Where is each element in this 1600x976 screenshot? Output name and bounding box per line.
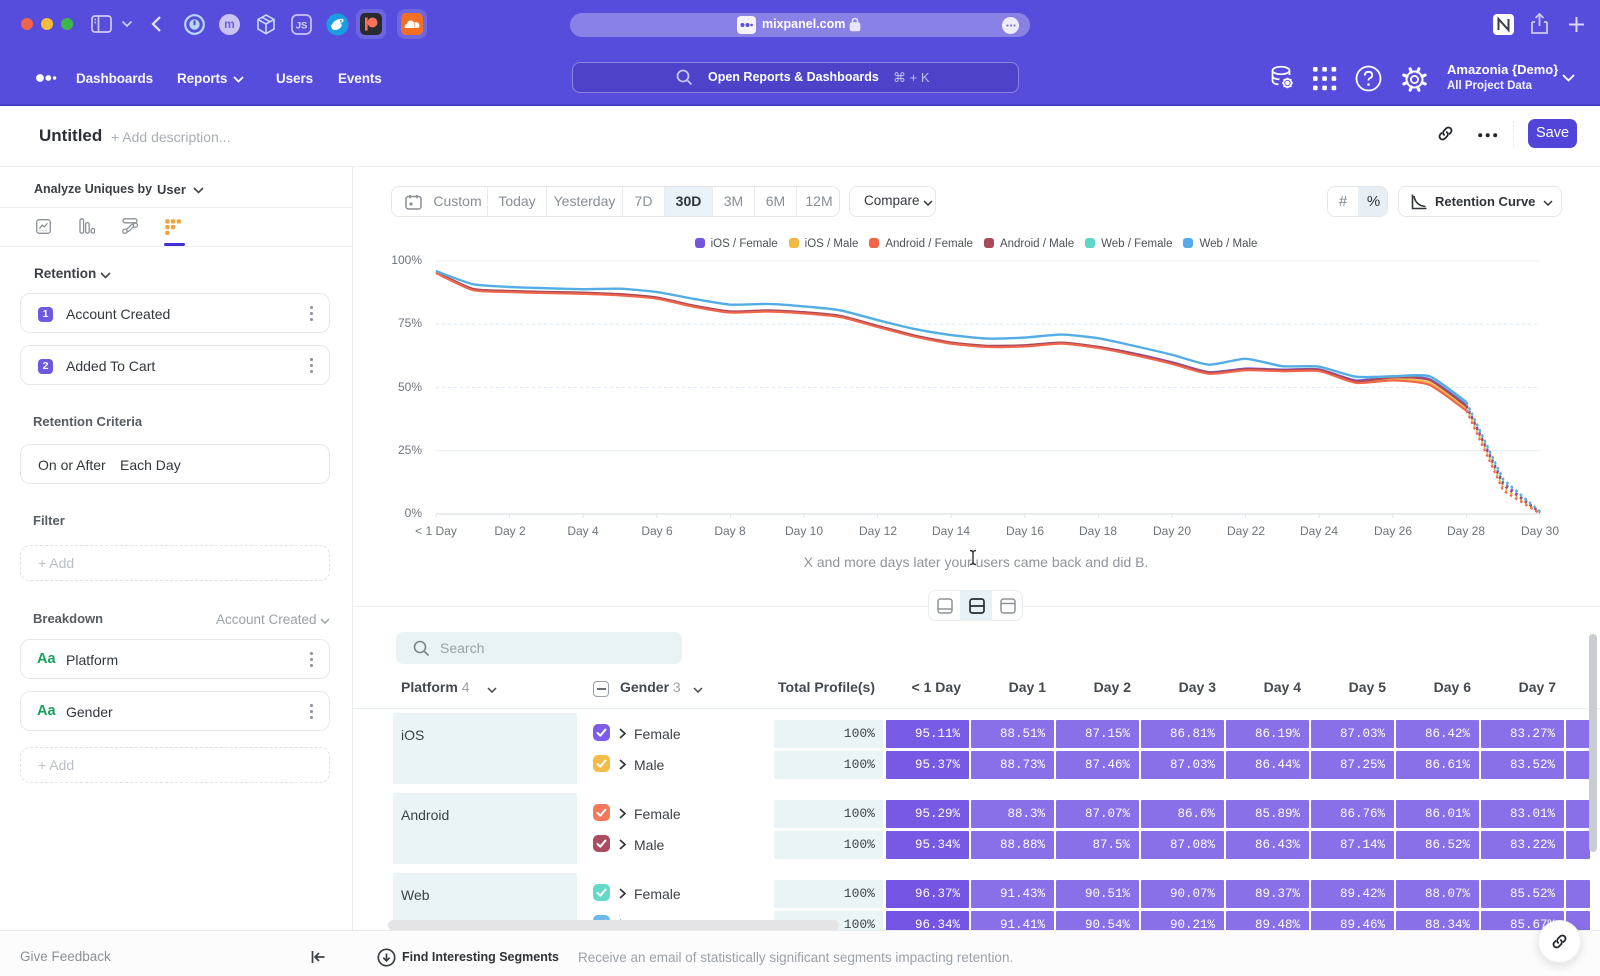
svg-text:JS: JS — [296, 21, 308, 32]
